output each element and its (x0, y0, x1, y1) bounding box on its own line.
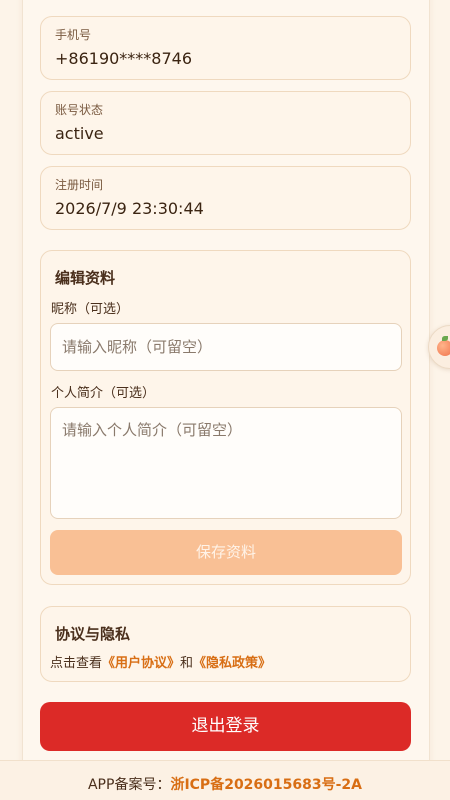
privacy-card: 协议与隐私 点击查看《用户协议》和《隐私政策》 (40, 606, 411, 682)
register-time-value: 2026/7/9 23:30:44 (55, 199, 204, 218)
user-agreement-link[interactable]: 《用户协议》 (102, 656, 180, 671)
nickname-label: 昵称（可选） (51, 302, 130, 317)
logout-button[interactable]: 退出登录 (40, 702, 411, 751)
privacy-text: 点击查看《用户协议》和《隐私政策》 (50, 652, 271, 671)
phone-value: +86190****8746 (55, 49, 193, 68)
peach-icon (437, 336, 450, 356)
privacy-title: 协议与隐私 (55, 625, 131, 643)
nickname-input[interactable]: 请输入昵称（可留空） (50, 323, 402, 371)
icp-link[interactable]: 浙ICP备2026015683号-2A (170, 777, 362, 793)
privacy-policy-link[interactable]: 《隐私政策》 (193, 656, 271, 671)
edit-profile-card: 编辑资料 昵称（可选） 请输入昵称（可留空） 个人简介（可选） 请输入个人简介（… (40, 250, 411, 585)
bio-textarea[interactable]: 请输入个人简介（可留空） (50, 407, 402, 519)
edit-profile-title: 编辑资料 (55, 269, 116, 287)
register-time-card: 注册时间 2026/7/9 23:30:44 (40, 166, 411, 230)
save-profile-button[interactable]: 保存资料 (50, 530, 402, 575)
phone-label: 手机号 (55, 28, 92, 42)
phone-card: 手机号 +86190****8746 (40, 16, 411, 80)
account-status-card: 账号状态 active (40, 91, 411, 155)
bio-label: 个人简介（可选） (51, 386, 156, 401)
account-status-label: 账号状态 (55, 103, 104, 117)
privacy-prefix: 点击查看 (50, 656, 103, 671)
floating-assistant-button[interactable] (428, 325, 450, 369)
privacy-conjunction: 和 (180, 656, 194, 671)
register-time-label: 注册时间 (55, 178, 104, 192)
footer: APP备案号：浙ICP备2026015683号-2A (0, 760, 450, 800)
footer-prefix: APP备案号： (87, 777, 171, 793)
account-status-value: active (55, 124, 104, 143)
